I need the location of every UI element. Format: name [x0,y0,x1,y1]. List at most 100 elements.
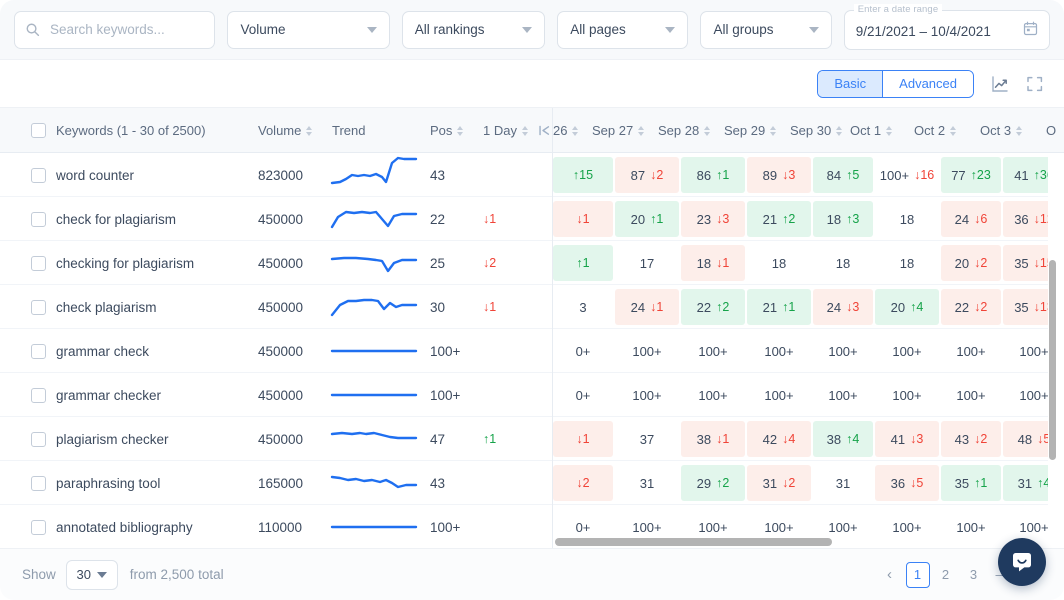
volume-filter-select[interactable]: Volume [227,10,390,49]
table-row[interactable]: grammar checker 450000 100+ [0,373,553,417]
row-checkbox[interactable] [31,197,46,241]
grid-cell[interactable]: 100+ [941,377,1001,413]
checkbox-box[interactable] [31,123,46,138]
row-checkbox[interactable] [31,329,46,373]
row-checkbox[interactable] [31,241,46,285]
grid-cell[interactable]: ↑15 [553,157,613,193]
grid-cell[interactable]: 23 ↓3 [681,201,745,237]
checkbox-box[interactable] [31,431,46,447]
grid-cell[interactable]: 100+ [747,333,811,369]
checkbox-box[interactable] [31,167,46,183]
grid-cell[interactable]: 36 ↓5 [875,465,939,501]
grid-cell[interactable]: 43 ↓2 [941,421,1001,457]
grid-cell[interactable]: 100+ [615,333,679,369]
checkbox-box[interactable] [31,343,46,359]
checkbox-box[interactable] [31,211,46,227]
grid-cell[interactable]: 18 [875,201,939,237]
grid-cell[interactable]: 21 ↑2 [747,201,811,237]
sort-arrows-icon[interactable] [886,125,893,136]
table-row[interactable]: check for plagiarism 450000 22 ↓1 [0,197,553,241]
grid-cell[interactable]: 87 ↓2 [615,157,679,193]
row-checkbox[interactable] [31,373,46,417]
grid-cell[interactable]: 24 ↓1 [615,289,679,325]
grid-cell[interactable]: 20 ↓2 [941,245,1001,281]
view-mode-basic[interactable]: Basic [818,70,883,97]
header-date-4[interactable]: Sep 30 [790,108,843,153]
checkbox-box[interactable] [31,255,46,271]
table-row[interactable]: check plagiarism 450000 30 ↓1 [0,285,553,329]
grid-cell[interactable]: 100+ [875,377,939,413]
sort-arrows-icon[interactable] [950,125,957,136]
grid-cell[interactable]: 20 ↑4 [875,289,939,325]
chevron-left-icon[interactable]: ‹ [878,562,902,588]
grid-cell[interactable]: 31 [813,465,873,501]
skip-to-start-icon[interactable] [538,108,551,153]
sort-arrows-icon[interactable] [457,125,464,136]
grid-cell[interactable]: 41 ↓3 [875,421,939,457]
table-row[interactable]: grammar check 450000 100+ [0,329,553,373]
grid-cell[interactable]: 35 ↑1 [941,465,1001,501]
grid-cell[interactable]: 17 [615,245,679,281]
grid-cell[interactable]: 100+ [681,333,745,369]
sort-arrows-icon[interactable] [306,125,313,136]
header-date-5[interactable]: Oct 1 [850,108,893,153]
grid-cell[interactable]: 42 ↓4 [747,421,811,457]
grid-cell[interactable]: 24 ↓3 [813,289,873,325]
grid-cell[interactable]: 18 [875,245,939,281]
grid-cell[interactable]: 100+ [813,377,873,413]
grid-cell[interactable]: 21 ↑1 [747,289,811,325]
checkbox-box[interactable] [31,519,46,535]
grid-cell[interactable]: 18 [813,245,873,281]
grid-cell[interactable]: 18 ↓1 [681,245,745,281]
row-checkbox[interactable] [31,153,46,197]
header-pos[interactable]: Pos [430,108,464,153]
header-date-3[interactable]: Sep 29 [724,108,777,153]
header-date-2[interactable]: Sep 28 [658,108,711,153]
view-mode-advanced[interactable]: Advanced [882,70,973,97]
grid-cell[interactable]: 100+ [681,377,745,413]
grid-cell[interactable]: 31 ↑4 [1003,465,1048,501]
row-checkbox[interactable] [31,505,46,548]
grid-cell[interactable]: 100+ [615,377,679,413]
table-row[interactable]: annotated bibliography 110000 100+ [0,505,553,548]
checkbox-box[interactable] [31,387,46,403]
grid-cell[interactable]: 100+ [941,509,1001,545]
view-mode-segmented-control[interactable]: Basic Advanced [817,69,974,98]
grid-cell[interactable]: ↑1 [553,245,613,281]
calendar-icon[interactable] [1023,21,1038,41]
row-checkbox[interactable] [31,417,46,461]
table-row[interactable]: paraphrasing tool 165000 43 [0,461,553,505]
date-range-field[interactable]: Enter a date range 9/21/2021 – 10/4/2021 [843,3,1050,50]
pagination-page-2[interactable]: 2 [934,562,958,588]
table-row[interactable]: word counter 823000 43 [0,153,553,197]
horizontal-scrollbar-thumb[interactable] [555,538,832,546]
grid-cell[interactable]: 86 ↑1 [681,157,745,193]
grid-cell[interactable]: 100+ [875,509,939,545]
grid-cell[interactable]: 31 ↓2 [747,465,811,501]
sort-arrows-icon[interactable] [836,125,843,136]
grid-cell[interactable]: 22 ↑2 [681,289,745,325]
header-date-0[interactable]: 26 [553,108,579,153]
grid-cell[interactable]: ↓1 [553,201,613,237]
grid-cell[interactable]: 0+ [553,333,613,369]
grid-cell[interactable]: 100+ ↓16 [875,157,939,193]
row-checkbox[interactable] [31,461,46,505]
grid-cell[interactable]: 24 ↓6 [941,201,1001,237]
pagination-page-1[interactable]: 1 [905,561,930,588]
table-row[interactable]: plagiarism checker 450000 47 ↑1 [0,417,553,461]
table-row[interactable]: checking for plagiarism 450000 25 ↓2 [0,241,553,285]
grid-cell[interactable]: 3 [553,289,613,325]
sort-arrows-icon[interactable] [704,125,711,136]
grid-cell[interactable]: 18 [747,245,811,281]
select-all-checkbox[interactable] [31,108,46,153]
sort-arrows-icon[interactable] [638,125,645,136]
fullscreen-icon[interactable] [1026,75,1044,93]
header-date-8[interactable]: O [1046,108,1056,153]
row-checkbox[interactable] [31,285,46,329]
grid-cell[interactable]: 100+ [941,333,1001,369]
search-input-wrapper[interactable] [14,10,216,49]
grid-cell[interactable]: 41 ↑36 [1003,157,1048,193]
grid-cell[interactable]: 48 ↓5 [1003,421,1048,457]
header-date-1[interactable]: Sep 27 [592,108,645,153]
grid-cell[interactable]: 31 [615,465,679,501]
